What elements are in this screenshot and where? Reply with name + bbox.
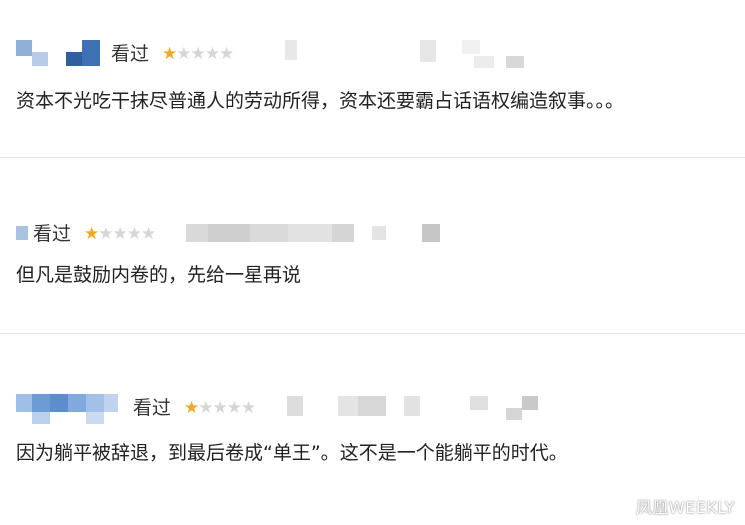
review-date-blurred <box>474 56 494 68</box>
user-name-blurred <box>50 394 68 412</box>
review-date-blurred <box>338 396 358 416</box>
user-avatar[interactable] <box>16 226 28 240</box>
review-item: 看过 ★★★★★ 但凡是鼓励内卷的，先给一星再说 <box>0 158 745 334</box>
watermark: 凤凰WEEKLY <box>635 498 735 517</box>
star-empty-icon: ★ <box>204 44 220 64</box>
star-empty-icon: ★ <box>226 398 242 418</box>
review-date-blurred <box>462 40 480 54</box>
user-name-blurred <box>104 394 118 412</box>
star-empty-icon: ★ <box>112 224 128 244</box>
review-date-blurred <box>288 224 332 242</box>
star-rating: ★★★★★ <box>162 44 234 64</box>
user-avatar <box>32 52 48 66</box>
star-empty-icon: ★ <box>190 44 206 64</box>
user-avatar[interactable] <box>16 40 32 56</box>
review-status: 看过 <box>111 43 150 65</box>
star-empty-icon: ★ <box>141 224 156 244</box>
user-avatar[interactable] <box>16 394 32 412</box>
star-empty-icon: ★ <box>98 224 113 244</box>
star-empty-icon: ★ <box>212 398 228 418</box>
review-date-blurred <box>372 226 386 240</box>
star-empty-icon: ★ <box>198 398 213 418</box>
user-name-blurred <box>86 394 104 412</box>
review-comment: 但凡是鼓励内卷的，先给一星再说 <box>16 264 302 286</box>
review-date-blurred <box>420 40 436 62</box>
user-name-blurred[interactable] <box>66 52 82 66</box>
review-status: 看过 <box>33 223 72 245</box>
review-date-blurred <box>470 396 488 410</box>
review-comment: 资本不光吃干抹尽普通人的劳动所得，资本还要霸占话语权编造叙事。。。 <box>16 90 625 112</box>
review-meta: 看过 ★★★★★ <box>0 38 745 72</box>
star-empty-icon: ★ <box>176 44 191 64</box>
review-date-blurred <box>506 408 522 420</box>
user-name-blurred[interactable] <box>32 394 50 412</box>
review-comment: 因为躺平被辞退，到最后卷成“单王”。这不是一个能躺平的时代。 <box>16 442 568 464</box>
review-date-blurred <box>250 224 288 242</box>
review-meta: 看过 ★★★★★ <box>0 392 745 426</box>
review-item: 看过 ★★★★★ 资本不光吃干抹尽普通人的劳动所得，资本还要霸占话语权编造叙事。… <box>0 0 745 158</box>
star-empty-icon: ★ <box>219 44 234 64</box>
review-date-blurred <box>404 396 420 416</box>
review-date-blurred <box>506 56 524 68</box>
review-date-blurred <box>522 396 538 410</box>
review-date-blurred <box>208 224 250 242</box>
review-date-blurred <box>332 224 354 242</box>
review-date-blurred <box>422 224 440 242</box>
review-item: 看过 ★★★★★ 因为躺平被辞退，到最后卷成“单王”。这不是一个能躺平的时代。 <box>0 334 745 525</box>
user-name-blurred <box>68 394 86 412</box>
review-date-blurred <box>285 40 297 60</box>
review-date-blurred <box>287 396 303 416</box>
review-date-blurred <box>358 396 386 416</box>
star-rating: ★★★★★ <box>84 224 156 244</box>
star-filled-icon: ★ <box>162 44 177 64</box>
review-meta: 看过 ★★★★★ <box>0 220 745 254</box>
review-date-blurred <box>186 224 208 242</box>
star-empty-icon: ★ <box>241 398 256 418</box>
user-name-blurred <box>86 412 104 424</box>
star-filled-icon: ★ <box>184 398 199 418</box>
review-status: 看过 <box>133 397 172 419</box>
star-empty-icon: ★ <box>126 224 142 244</box>
star-filled-icon: ★ <box>84 224 99 244</box>
user-name-blurred <box>32 412 50 424</box>
star-rating: ★★★★★ <box>184 398 256 418</box>
user-name-blurred <box>82 40 100 66</box>
